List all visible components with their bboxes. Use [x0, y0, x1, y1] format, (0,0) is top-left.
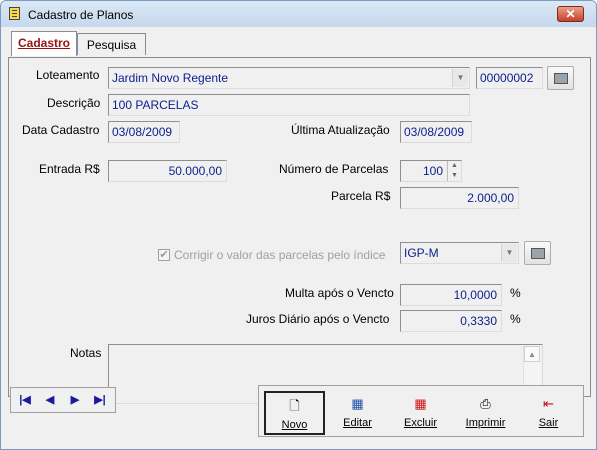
novo-label: Novo	[281, 419, 308, 431]
numero-parcelas-stepper[interactable]: 100 ▲ ▼	[400, 160, 462, 182]
numero-parcelas-label: Número de Parcelas	[279, 162, 389, 176]
imprimir-button[interactable]: ⎙ Imprimir	[455, 391, 516, 435]
entrada-field[interactable]: 50.000,00	[108, 160, 227, 182]
binoculars-icon	[554, 73, 568, 84]
record-navigator: |◀ ◀ ▶ ▶|	[10, 387, 116, 413]
descricao-field[interactable]: 100 PARCELAS	[108, 94, 470, 116]
juros-label: Juros Diário após o Vencto	[246, 312, 390, 326]
cadastro-panel: Loteamento Jardim Novo Regente ▼ 0000000…	[8, 57, 591, 404]
next-record-button[interactable]: ▶	[63, 390, 87, 410]
tab-cadastro[interactable]: Cadastro	[11, 31, 77, 56]
first-record-button[interactable]: |◀	[13, 390, 37, 410]
chevron-down-icon[interactable]: ▼	[448, 171, 461, 181]
loteamento-value: Jardim Novo Regente	[112, 71, 229, 85]
excluir-button[interactable]: ▦ Excluir	[390, 391, 451, 435]
notas-label: Notas	[70, 346, 102, 360]
chevron-up-icon[interactable]: ▲	[524, 346, 540, 362]
tab-pesquisa[interactable]: Pesquisa	[77, 33, 146, 55]
corrigir-label: Corrigir o valor das parcelas pelo índic…	[174, 248, 386, 262]
loteamento-search-button[interactable]	[547, 66, 574, 90]
ultima-atualizacao-label: Última Atualização	[291, 123, 390, 137]
chevron-up-icon[interactable]: ▲	[448, 161, 461, 171]
delete-grid-icon: ▦	[414, 396, 427, 411]
binoculars-icon	[531, 248, 545, 259]
imprimir-label: Imprimir	[465, 417, 506, 429]
indice-search-button[interactable]	[524, 241, 551, 265]
action-bar: 🗋 Novo ▦ Editar ▦ Excluir ⎙ Imprimir ⇤ S…	[258, 385, 584, 437]
loteamento-label: Loteamento	[36, 68, 100, 82]
last-record-button[interactable]: ▶|	[88, 390, 112, 410]
descricao-label: Descrição	[47, 96, 101, 110]
chevron-down-icon[interactable]: ▼	[501, 244, 517, 262]
indice-select[interactable]: IGP-M ▼	[400, 242, 519, 264]
window: Cadastro de Planos ✕ Cadastro Pesquisa L…	[0, 0, 597, 450]
multa-unit: %	[510, 286, 521, 300]
juros-field[interactable]: 0,3330	[400, 310, 502, 332]
close-button[interactable]: ✕	[557, 6, 584, 22]
indice-value: IGP-M	[404, 246, 439, 260]
corrigir-checkbox[interactable]: ✔	[158, 249, 170, 261]
notebook-icon	[9, 7, 20, 20]
sair-label: Sair	[538, 417, 559, 429]
prior-record-button[interactable]: ◀	[38, 390, 62, 410]
parcela-label: Parcela R$	[331, 189, 391, 203]
editar-button[interactable]: ▦ Editar	[327, 391, 388, 435]
entrada-label: Entrada R$	[39, 162, 100, 176]
loteamento-code-field[interactable]: 00000002	[476, 67, 543, 89]
numero-parcelas-value: 100	[422, 164, 443, 178]
exit-door-icon: ⇤	[543, 396, 554, 411]
edit-grid-icon: ▦	[351, 396, 364, 411]
loteamento-select[interactable]: Jardim Novo Regente ▼	[108, 67, 470, 89]
data-cadastro-label: Data Cadastro	[22, 123, 100, 137]
title-bar: Cadastro de Planos ✕	[1, 1, 596, 27]
multa-label: Multa após o Vencto	[285, 286, 394, 300]
window-title: Cadastro de Planos	[28, 8, 134, 22]
chevron-down-icon[interactable]: ▼	[452, 69, 468, 87]
client-area: Cadastro Pesquisa Loteamento Jardim Novo…	[8, 27, 591, 445]
excluir-label: Excluir	[403, 417, 437, 429]
juros-unit: %	[510, 312, 521, 326]
data-cadastro-field[interactable]: 03/08/2009	[108, 121, 180, 143]
editar-label: Editar	[343, 417, 372, 429]
parcela-field: 2.000,00	[400, 187, 519, 209]
printer-icon: ⎙	[480, 396, 491, 411]
sair-button[interactable]: ⇤ Sair	[518, 391, 579, 435]
new-document-icon: 🗋	[289, 398, 300, 413]
ultima-atualizacao-field[interactable]: 03/08/2009	[400, 121, 472, 143]
stepper-arrows[interactable]: ▲ ▼	[447, 161, 461, 181]
multa-field[interactable]: 10,0000	[400, 284, 502, 306]
novo-button[interactable]: 🗋 Novo	[264, 391, 325, 435]
